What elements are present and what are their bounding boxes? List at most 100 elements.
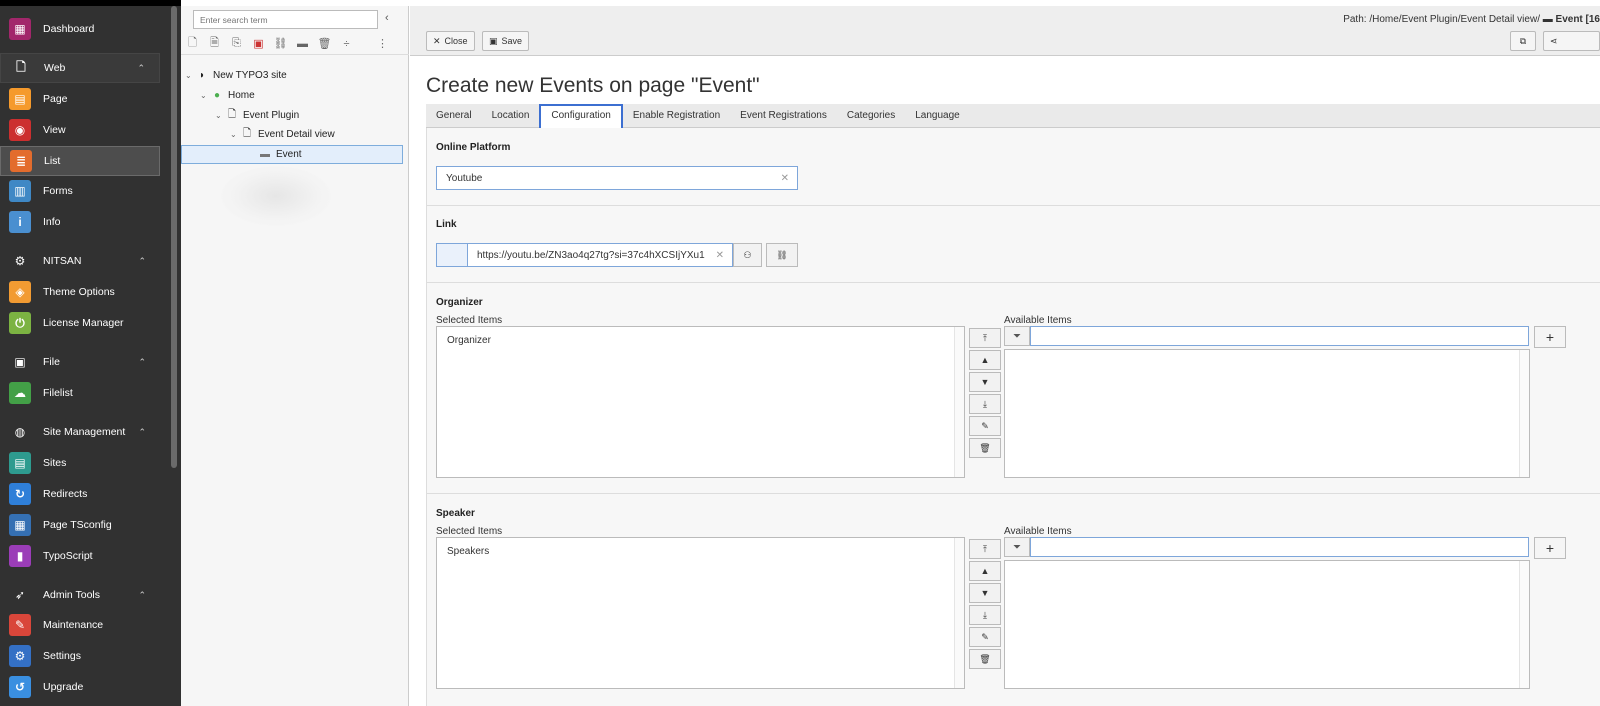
move-down-button[interactable]: ▼ bbox=[969, 372, 1001, 392]
tree-node[interactable]: ⌄ 🗋 Event Plugin bbox=[215, 106, 299, 125]
tree-node[interactable]: ⌄ 🗋 Event Detail view bbox=[230, 125, 335, 144]
new-page-inside-icon[interactable]: 🗎 bbox=[204, 34, 225, 53]
tree-toggle-icon[interactable]: ⌄ bbox=[230, 130, 240, 139]
arrow-up-icon: ▲ bbox=[980, 355, 990, 365]
delete-button[interactable]: 🗑 bbox=[969, 438, 1001, 458]
move-bottom-button[interactable]: ⤓ bbox=[969, 605, 1001, 625]
module-admin[interactable]: ➶ Admin Tools ⌃ bbox=[0, 580, 160, 610]
chevron-up-icon[interactable]: ⌃ bbox=[138, 590, 146, 601]
tree-toggle-icon[interactable]: ⌄ bbox=[215, 111, 225, 120]
module-upgrade[interactable]: ↺ Upgrade bbox=[0, 672, 160, 702]
module-file[interactable]: ▣ File ⌃ bbox=[0, 347, 160, 377]
list-scrollbar[interactable] bbox=[954, 538, 964, 688]
edit-button[interactable]: ✎ bbox=[969, 416, 1001, 436]
online-platform-select[interactable]: Youtube ✕ bbox=[436, 166, 798, 190]
module-menu-scrollbar[interactable] bbox=[171, 6, 177, 468]
module-nitsan[interactable]: ⚙ NITSAN ⌃ bbox=[0, 246, 160, 276]
close-icon: ✕ bbox=[433, 35, 441, 46]
tree-node[interactable]: ⌄ ● Home bbox=[200, 86, 255, 105]
module-label: View bbox=[43, 124, 66, 136]
speaker-filter-input[interactable] bbox=[1030, 537, 1529, 557]
module-site[interactable]: ◍ Site Management ⌃ bbox=[0, 417, 160, 447]
move-up-button[interactable]: ▲ bbox=[969, 350, 1001, 370]
module-maintenance[interactable]: ✎ Maintenance bbox=[0, 610, 160, 640]
tab-configuration[interactable]: Configuration bbox=[539, 104, 623, 128]
link-section: Link https://youtu.be/ZN3ao4q27tg?si=37c… bbox=[427, 206, 1600, 283]
recycler-icon[interactable]: 🗑 bbox=[314, 37, 335, 50]
chevron-up-icon[interactable]: ⌃ bbox=[137, 63, 145, 74]
divider-icon[interactable]: ÷ bbox=[336, 38, 357, 50]
module-page[interactable]: ▤ Page bbox=[0, 84, 160, 114]
form-tabs: General Location Configuration Enable Regis… bbox=[426, 104, 1600, 128]
organizer-available-list[interactable] bbox=[1004, 349, 1530, 478]
new-page-icon[interactable]: 🗋 bbox=[182, 34, 203, 53]
module-info[interactable]: i Info bbox=[0, 207, 160, 237]
collapse-tree-icon[interactable]: ‹ bbox=[385, 12, 389, 24]
list-scrollbar[interactable] bbox=[954, 327, 964, 477]
close-button[interactable]: ✕ Close bbox=[426, 31, 475, 51]
chevron-up-icon[interactable]: ⌃ bbox=[138, 357, 146, 368]
module-forms[interactable]: ▥ Forms bbox=[0, 176, 160, 206]
add-speaker-button[interactable]: + bbox=[1534, 537, 1566, 559]
link-details-button[interactable]: ⚇ bbox=[733, 243, 762, 267]
link-input[interactable]: https://youtu.be/ZN3ao4q27tg?si=37c4hXCS… bbox=[467, 243, 733, 267]
move-down-button[interactable]: ▼ bbox=[969, 583, 1001, 603]
clear-icon[interactable]: ✕ bbox=[713, 249, 724, 261]
home-globe-icon: ● bbox=[213, 90, 221, 101]
speaker-available-list[interactable] bbox=[1004, 560, 1530, 689]
move-bottom-button[interactable]: ⤓ bbox=[969, 394, 1001, 414]
list-item[interactable]: Speakers bbox=[447, 546, 489, 557]
module-filelist[interactable]: ☁ Filelist bbox=[0, 378, 160, 408]
save-button[interactable]: ▣ Save bbox=[482, 31, 530, 51]
module-theme[interactable]: ◈ Theme Options bbox=[0, 277, 160, 307]
tab-enable-registration[interactable]: Enable Registration bbox=[623, 104, 730, 128]
move-top-button[interactable]: ⤒ bbox=[969, 539, 1001, 559]
share-button[interactable]: ⋖ bbox=[1543, 31, 1600, 51]
tree-toggle-icon[interactable]: ⌄ bbox=[185, 71, 195, 80]
new-page-red-icon[interactable]: ▣ bbox=[248, 37, 269, 50]
tree-search-input[interactable] bbox=[193, 10, 378, 29]
arrow-up-icon: ▲ bbox=[980, 566, 990, 576]
organizer-selected-list[interactable]: Organizer bbox=[436, 326, 965, 478]
add-organizer-button[interactable]: + bbox=[1534, 326, 1566, 348]
move-top-button[interactable]: ⤒ bbox=[969, 328, 1001, 348]
module-tsconfig[interactable]: ▦ Page TSconfig bbox=[0, 510, 160, 540]
tab-general[interactable]: General bbox=[426, 104, 482, 128]
module-settings[interactable]: ⚙ Settings bbox=[0, 641, 160, 671]
tree-node[interactable]: ⌄ ◗ New TYPO3 site bbox=[185, 66, 287, 85]
module-redirects[interactable]: ↻ Redirects bbox=[0, 479, 160, 509]
tab-event-registrations[interactable]: Event Registrations bbox=[730, 104, 837, 128]
image-icon: ▣ bbox=[14, 355, 26, 369]
module-web[interactable]: 🗋 Web ⌃ bbox=[0, 53, 160, 83]
delete-button[interactable]: 🗑 bbox=[969, 649, 1001, 669]
list-scrollbar[interactable] bbox=[1519, 350, 1529, 477]
speaker-selected-list[interactable]: Speakers bbox=[436, 537, 965, 689]
chevron-up-icon[interactable]: ⌃ bbox=[138, 427, 146, 438]
module-sites[interactable]: ▤ Sites bbox=[0, 448, 160, 478]
link-browser-button[interactable]: ⛓ bbox=[766, 243, 798, 267]
module-license[interactable]: ⏻ License Manager bbox=[0, 308, 160, 338]
tab-location[interactable]: Location bbox=[482, 104, 540, 128]
arrow-down-icon: ▼ bbox=[980, 588, 990, 598]
new-folder-icon[interactable]: ▬ bbox=[292, 38, 313, 50]
edit-button[interactable]: ✎ bbox=[969, 627, 1001, 647]
tree-toggle-icon[interactable]: ⌄ bbox=[200, 91, 210, 100]
tab-language[interactable]: Language bbox=[905, 104, 970, 128]
list-scrollbar[interactable] bbox=[1519, 561, 1529, 688]
more-options-icon[interactable]: ⋮ bbox=[372, 37, 393, 50]
new-shortcut-icon[interactable]: ⎘ bbox=[226, 37, 247, 50]
link-page-icon[interactable]: ⛓ bbox=[270, 37, 291, 50]
module-typoscript[interactable]: ▮ TypoScript bbox=[0, 541, 160, 571]
tree-node[interactable]: ▬ Event bbox=[181, 145, 403, 164]
module-view[interactable]: ◉ View bbox=[0, 115, 160, 145]
clear-icon[interactable]: ✕ bbox=[781, 173, 789, 184]
module-dashboard[interactable]: ▦ Dashboard bbox=[0, 14, 160, 44]
move-up-button[interactable]: ▲ bbox=[969, 561, 1001, 581]
module-list[interactable]: ≣ List bbox=[0, 146, 160, 176]
organizer-filter-input[interactable] bbox=[1030, 326, 1529, 346]
list-item[interactable]: Organizer bbox=[447, 335, 491, 346]
tab-categories[interactable]: Categories bbox=[837, 104, 905, 128]
chevron-up-icon[interactable]: ⌃ bbox=[138, 256, 146, 267]
module-label: Redirects bbox=[43, 488, 88, 500]
open-new-window-button[interactable]: ⧉ bbox=[1510, 31, 1536, 51]
